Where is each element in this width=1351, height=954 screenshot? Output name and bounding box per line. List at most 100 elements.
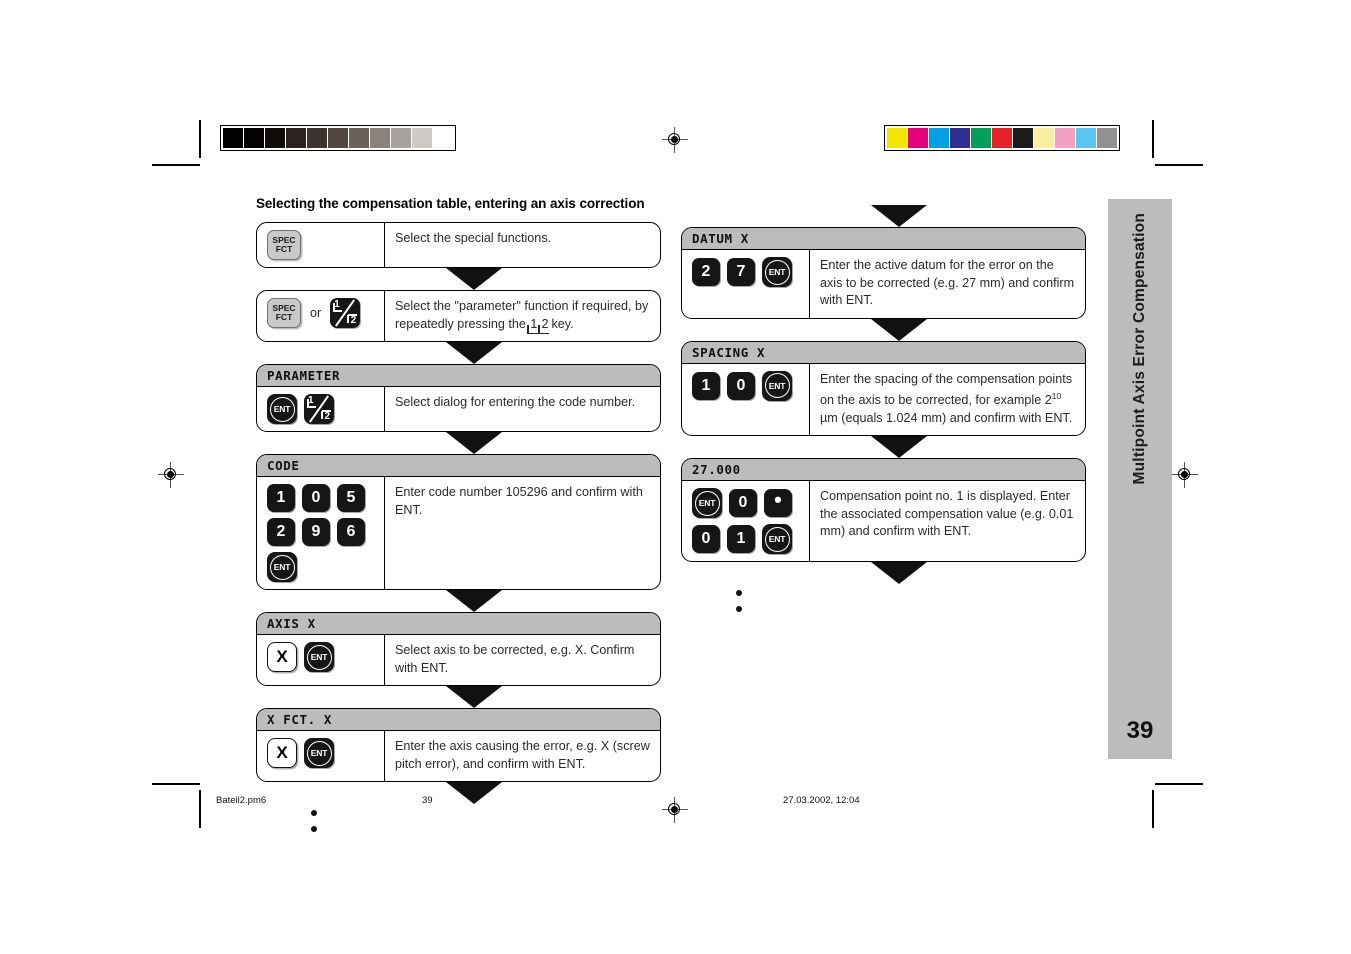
flow-step-body: 2 7 ENT Enter the active datum for the erro…	[682, 250, 1085, 318]
one-half-toggle-key[interactable]: 12	[304, 394, 334, 424]
enter-key[interactable]: ENT	[762, 370, 792, 401]
flow-step-body: 1 0 ENT Enter the spacing of the compensati…	[682, 363, 1085, 436]
digit-key-2[interactable]: 2	[267, 518, 295, 546]
color-swatch	[887, 128, 907, 148]
tick-two-stem	[347, 315, 350, 323]
description-text: Enter the active datum for the error on …	[820, 258, 1075, 307]
left-flow-column: SPEC FCT Select the special functions. SPEC…	[256, 222, 661, 832]
key-sequence: 1 0 5 2 9 6 ENT	[257, 477, 385, 589]
digit-two-glyph: 2	[350, 315, 357, 326]
enter-key[interactable]: ENT	[304, 738, 334, 768]
key-sequence: SPEC FCT	[257, 223, 385, 267]
enter-key[interactable]: ENT	[762, 257, 792, 287]
flow-step-body: X ENT Select axis to be corrected, e.g. X.…	[257, 635, 660, 685]
flow-step-description: Compensation point no. 1 is displayed. E…	[810, 481, 1085, 561]
flow-step-axis-x: AXIS X X ENT Select axis to be corrected, e…	[256, 612, 661, 686]
digit-key-0[interactable]: 0	[302, 484, 330, 512]
flow-step-body: SPEC FCT or 1 2 Select the "parameter" functi…	[257, 291, 660, 341]
description-text-cont: key.	[551, 316, 574, 331]
digit-key-0[interactable]: 0	[692, 525, 720, 554]
x-axis-key[interactable]: X	[267, 642, 297, 672]
grayscale-swatch	[349, 128, 369, 148]
tick-two-stem	[321, 411, 323, 419]
grayscale-swatch	[307, 128, 327, 148]
tick-one-base	[307, 406, 316, 408]
enter-key[interactable]: ENT	[267, 394, 297, 424]
flow-arrow	[870, 318, 927, 341]
enter-key-ring: ENT	[306, 644, 332, 670]
key-sequence: ENT 1 2	[257, 387, 385, 431]
color-swatch	[1055, 128, 1075, 148]
flow-step-title: CODE	[257, 455, 660, 477]
digit-key-9[interactable]: 9	[302, 518, 330, 546]
digit-key-2[interactable]: 2	[692, 258, 720, 286]
flow-connector	[681, 318, 1086, 341]
color-swatch	[1013, 128, 1033, 148]
crop-mark-top-right-vertical	[1152, 120, 1154, 158]
flow-arrow	[445, 686, 502, 708]
flow-step-body: 1 0 5 2 9 6 ENT Enter code number 105296 and co…	[257, 477, 660, 589]
flow-step-datum-x: DATUM X 2 7 ENT Enter the active datum for t…	[681, 227, 1086, 319]
spec-fct-key[interactable]: SPEC FCT	[267, 298, 301, 328]
grayscale-swatch	[412, 128, 432, 148]
crop-mark-bottom-left-horizontal	[152, 783, 200, 785]
crop-mark-top-left-horizontal	[152, 164, 200, 166]
flow-step-code: CODE 1 0 5 2 9 6 ENT Enter code number 105296 an…	[256, 454, 661, 590]
enter-key-label: ENT	[768, 380, 786, 391]
description-text: Enter code number 105296 and confirm wit…	[395, 485, 643, 517]
description-text: Select axis to be corrected, e.g. X. Con…	[395, 643, 635, 675]
enter-key-label: ENT	[310, 748, 328, 758]
x-axis-key[interactable]: X	[267, 738, 297, 768]
flow-step-spec-functions: SPEC FCT Select the special functions.	[256, 222, 661, 268]
enter-key-ring: ENT	[764, 259, 790, 285]
flow-arrow	[870, 562, 927, 585]
or-separator-label: or	[310, 306, 322, 320]
digit-key-1[interactable]: 1	[267, 484, 295, 512]
grayscale-swatch	[265, 128, 285, 148]
enter-key-ring: ENT	[764, 526, 790, 552]
crop-mark-top-right-horizontal	[1155, 164, 1203, 166]
one-half-toggle-key[interactable]: 12	[330, 298, 361, 328]
digit-one-glyph: 1	[308, 395, 314, 406]
digit-key-1[interactable]: 1	[727, 525, 755, 554]
description-text: Compensation point no. 1 is displayed. E…	[820, 489, 1074, 539]
key-sequence: 2 7 ENT	[682, 250, 810, 318]
registration-mark-top	[662, 127, 688, 153]
digit-key-1[interactable]: 1	[692, 371, 720, 400]
digit-key-0[interactable]: 0	[727, 371, 755, 400]
grayscale-calibration-bar	[220, 125, 456, 151]
flow-step-description: Select dialog for entering the code numb…	[385, 387, 660, 431]
spec-fct-key[interactable]: SPEC FCT	[267, 230, 301, 260]
enter-key[interactable]: ENT	[762, 524, 792, 555]
flow-step-title: SPACING X	[682, 341, 1085, 364]
enter-key[interactable]: ENT	[304, 642, 334, 672]
digit-key-0[interactable]: 0	[729, 489, 757, 518]
flow-step-body: X ENT Enter the axis causing the error, e.…	[257, 731, 660, 781]
manual-page: Selecting the compensation table, enteri…	[0, 0, 1351, 954]
footer-page-number: 39	[422, 795, 433, 806]
flow-connector	[256, 782, 661, 804]
enter-key-ring: ENT	[764, 373, 790, 398]
enter-key-label: ENT	[273, 404, 291, 414]
digit-key-6[interactable]: 6	[337, 518, 365, 546]
footer-timestamp: 27.03.2002, 12:04	[783, 795, 860, 806]
color-calibration-bar	[884, 125, 1120, 151]
enter-key[interactable]: ENT	[267, 552, 297, 582]
key-sequence: SPEC FCT or 1 2	[257, 291, 385, 341]
page-number: 39	[1126, 717, 1154, 744]
enter-key[interactable]: ENT	[692, 488, 722, 519]
grayscale-swatch	[391, 128, 411, 148]
enter-key-label: ENT	[698, 498, 716, 509]
color-swatch	[950, 128, 970, 148]
digit-key-5[interactable]: 5	[337, 484, 365, 512]
digit-key-7[interactable]: 7	[727, 258, 755, 286]
continuation-dots	[286, 804, 342, 832]
spec-fct-key-line2: FCT	[275, 244, 293, 254]
flow-connector	[256, 590, 661, 612]
flow-arrow	[445, 782, 502, 804]
decimal-point-key[interactable]: •	[764, 489, 792, 518]
flow-connector	[256, 432, 661, 454]
flow-step-title: X FCT. X	[257, 709, 660, 731]
flow-connector-incoming	[681, 205, 1086, 227]
flow-step-description: Select the "parameter" function if requi…	[385, 291, 660, 341]
